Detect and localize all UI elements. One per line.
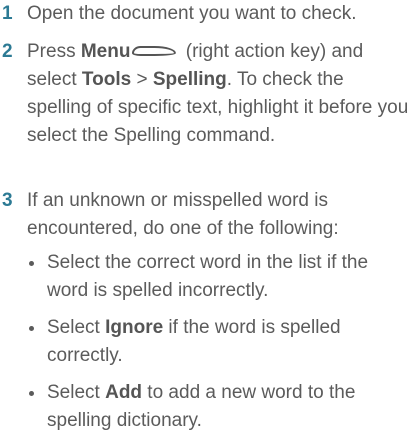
step-text: Open the document you want to check. <box>27 3 357 24</box>
step-2: 2 Press Menu (right action key) and sele… <box>0 38 412 150</box>
menu-key-icon <box>132 46 177 56</box>
bullet-dot-icon <box>29 391 34 396</box>
list-item-text: Select <box>47 317 106 338</box>
list-item: Select Add to add a new word to the spel… <box>27 379 412 435</box>
list-item: Select Ignore if the word is spelled cor… <box>27 314 412 370</box>
step-number: 1 <box>2 3 13 24</box>
step-text: If an unknown or misspelled word is enco… <box>27 190 339 239</box>
step-1: 1 Open the document you want to check. <box>0 0 412 28</box>
spelling-label: Spelling <box>152 69 227 90</box>
step-text-part: Press <box>27 41 81 62</box>
step-3: 3 If an unknown or misspelled word is en… <box>0 187 412 435</box>
bullet-dot-icon <box>29 326 34 331</box>
menu-label: Menu <box>80 41 131 62</box>
separator: > <box>131 69 153 90</box>
ignore-label: Ignore <box>105 317 164 338</box>
list-item-text: Select <box>47 382 106 403</box>
add-label: Add <box>105 382 143 403</box>
list-item-text: Select the correct word in the list if t… <box>47 252 369 301</box>
list-item: Select the correct word in the list if t… <box>27 249 412 305</box>
step-number: 2 <box>2 41 13 62</box>
step-number: 3 <box>2 190 13 211</box>
option-list: Select the correct word in the list if t… <box>27 249 412 435</box>
bullet-dot-icon <box>29 261 34 266</box>
tools-label: Tools <box>81 69 132 90</box>
